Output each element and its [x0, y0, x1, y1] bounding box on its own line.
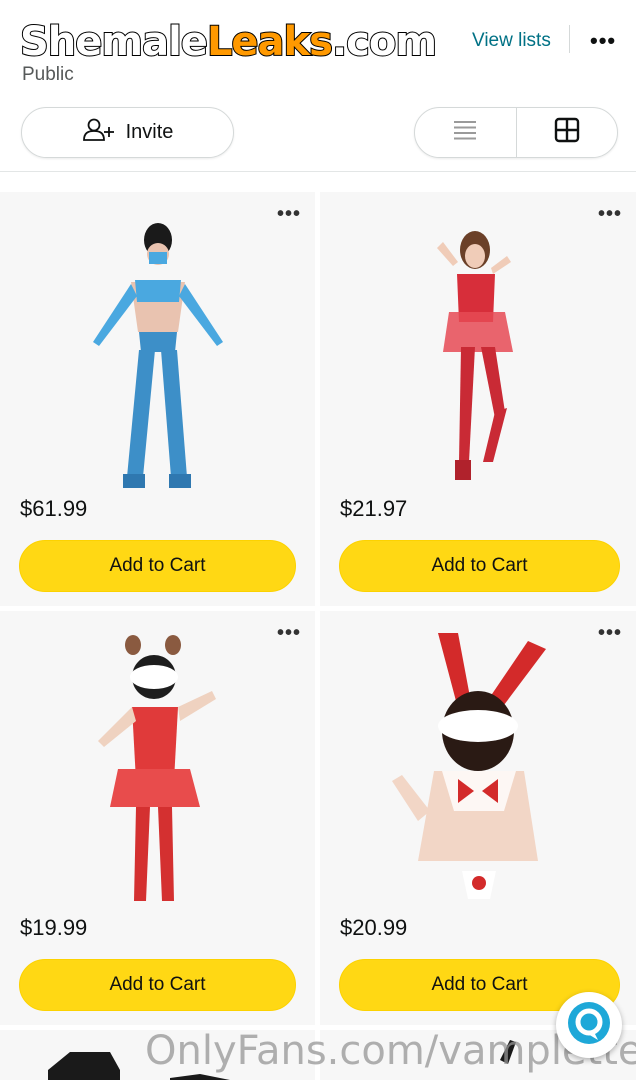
grid-view-icon	[554, 117, 580, 148]
invite-button[interactable]: Invite	[21, 107, 234, 158]
grid-view-button[interactable]	[517, 108, 618, 157]
watermark-logo: Shemale Leaks .com	[19, 18, 438, 66]
item-price: $21.97	[340, 496, 408, 521]
bunny-ears-costume-product-image	[392, 633, 546, 899]
add-person-icon	[82, 118, 116, 148]
alexa-assistant-button[interactable]	[556, 992, 622, 1058]
item-more-options-button[interactable]: •••	[277, 623, 301, 643]
add-to-cart-button[interactable]: Add to Cart	[339, 540, 620, 592]
list-view-icon	[453, 119, 477, 146]
product-image[interactable]	[320, 192, 636, 492]
product-image[interactable]	[320, 611, 636, 911]
list-more-options-button[interactable]: •••	[590, 30, 616, 52]
invite-label: Invite	[125, 121, 174, 143]
watermark-text-a: Shemale	[19, 19, 209, 65]
watermark-text-c: .com	[331, 19, 438, 65]
watermark-text-b: Leaks	[206, 19, 334, 65]
item-price: $19.99	[20, 915, 88, 940]
product-image[interactable]	[0, 611, 315, 911]
red-lingerie-product-image	[437, 231, 513, 480]
list-view-button[interactable]	[415, 108, 517, 157]
product-card[interactable]: ••• $21.97 Add to Cart	[320, 192, 636, 606]
add-to-cart-button[interactable]: Add to Cart	[19, 540, 296, 592]
red-bunny-costume-product-image	[97, 635, 216, 901]
product-card[interactable]: ••• $19.99 Add to Cart	[0, 611, 315, 1025]
item-price: $20.99	[340, 915, 408, 940]
list-visibility-label: Public	[22, 64, 74, 85]
alexa-icon	[566, 1000, 612, 1051]
product-card[interactable]: ••• $61.99 Add to Cart	[0, 192, 315, 606]
view-mode-toggle	[414, 107, 618, 158]
item-price: $61.99	[20, 496, 88, 521]
blue-costume-product-image	[92, 223, 223, 488]
add-to-cart-button[interactable]: Add to Cart	[19, 959, 296, 1011]
product-image[interactable]	[0, 192, 315, 492]
item-more-options-button[interactable]: •••	[598, 204, 622, 224]
list-header: Shemale Leaks .com Public View lists ••• I…	[0, 0, 636, 172]
item-more-options-button[interactable]: •••	[277, 204, 301, 224]
product-card[interactable]: ••• $20.99 Add to Cart	[320, 611, 636, 1025]
header-divider	[569, 25, 570, 53]
item-more-options-button[interactable]: •••	[598, 623, 622, 643]
view-lists-link[interactable]: View lists	[472, 30, 551, 52]
